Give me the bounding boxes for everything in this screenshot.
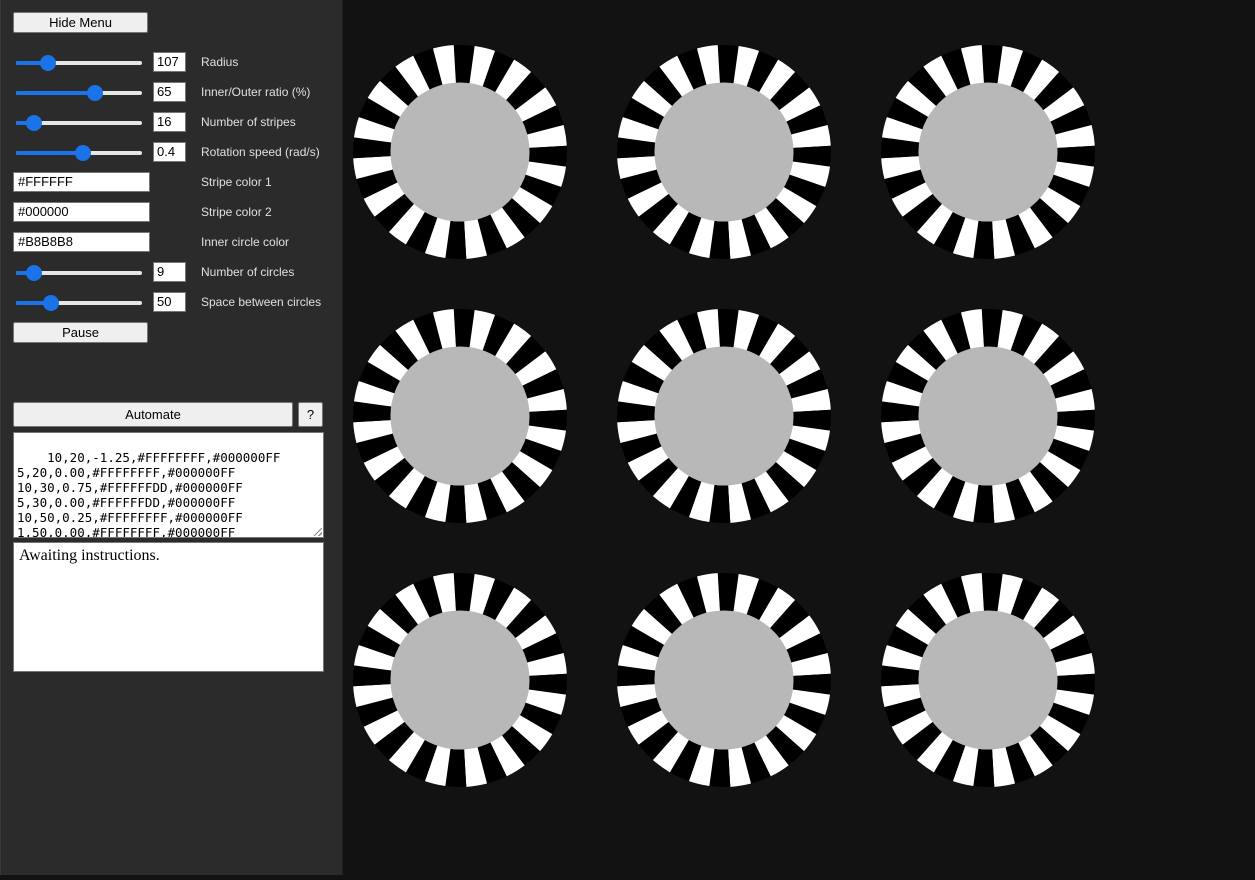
circles-slider[interactable] bbox=[16, 265, 142, 281]
stripe-color-1-input[interactable]: #FFFFFF bbox=[13, 172, 150, 192]
spacing-input[interactable]: 50 bbox=[153, 292, 186, 312]
inner-color-label: Inner circle color bbox=[201, 235, 290, 249]
stripe-wheel bbox=[881, 309, 1095, 523]
wheel-inner-circle bbox=[390, 82, 530, 222]
stripes-control: 16 Number of stripes bbox=[13, 112, 333, 132]
spacing-label: Space between circles bbox=[201, 295, 322, 309]
circles-input[interactable]: 9 bbox=[153, 262, 186, 282]
stripe-wheel bbox=[617, 44, 831, 259]
speed-slider-thumb[interactable] bbox=[74, 145, 91, 161]
stripes-input[interactable]: 16 bbox=[153, 112, 186, 132]
wheel-inner-circle bbox=[654, 610, 794, 750]
stripes-slider[interactable] bbox=[16, 115, 142, 131]
speed-control: 0.4 Rotation speed (rad/s) bbox=[13, 142, 333, 162]
stripe-wheel bbox=[353, 44, 567, 259]
inner-color-input[interactable]: #B8B8B8 bbox=[13, 232, 150, 252]
radius-slider-thumb[interactable] bbox=[39, 55, 56, 71]
hide-menu-button[interactable]: Hide Menu bbox=[13, 12, 148, 33]
speed-label: Rotation speed (rad/s) bbox=[201, 145, 320, 159]
stripe-color-1-label: Stripe color 1 bbox=[201, 175, 272, 189]
wheel-inner-circle bbox=[654, 346, 794, 486]
automation-script-text: 10,20,-1.25,#FFFFFFFF,#000000FF 5,20,0.0… bbox=[17, 450, 281, 538]
wheel-inner-circle bbox=[390, 610, 530, 750]
stripes-slider-thumb[interactable] bbox=[25, 115, 42, 131]
status-output: Awaiting instructions. bbox=[13, 542, 324, 672]
radius-input[interactable]: 107 bbox=[153, 52, 186, 72]
radius-label: Radius bbox=[201, 55, 239, 69]
wheel-inner-circle bbox=[654, 82, 794, 222]
stripe-wheel bbox=[881, 573, 1095, 787]
stripe-color-1-control: #FFFFFF Stripe color 1 bbox=[13, 172, 333, 192]
inner-color-control: #B8B8B8 Inner circle color bbox=[13, 232, 333, 252]
resize-grip-icon[interactable] bbox=[314, 528, 322, 536]
spacing-control: 50 Space between circles bbox=[13, 292, 333, 312]
stripe-color-2-control: #000000 Stripe color 2 bbox=[13, 202, 333, 222]
stripe-wheel bbox=[881, 44, 1095, 259]
stripe-wheel bbox=[617, 309, 831, 523]
wheel-inner-circle bbox=[918, 82, 1058, 222]
control-panel: Hide Menu 107 Radius 65 Inner/Outer rati… bbox=[0, 0, 343, 875]
ratio-control: 65 Inner/Outer ratio (%) bbox=[13, 82, 333, 102]
speed-input[interactable]: 0.4 bbox=[153, 142, 186, 162]
stripe-wheels-svg bbox=[353, 44, 1095, 787]
spacing-slider[interactable] bbox=[16, 295, 142, 311]
wheel-inner-circle bbox=[918, 346, 1058, 486]
status-text: Awaiting instructions. bbox=[19, 547, 160, 564]
automation-script-textarea[interactable]: 10,20,-1.25,#FFFFFFFF,#000000FF 5,20,0.0… bbox=[13, 432, 324, 538]
stripe-color-2-input[interactable]: #000000 bbox=[13, 202, 150, 222]
circles-slider-thumb[interactable] bbox=[25, 265, 42, 281]
ratio-slider[interactable] bbox=[16, 85, 142, 101]
circles-label: Number of circles bbox=[201, 265, 295, 279]
stripe-wheel bbox=[617, 573, 831, 787]
stripes-label: Number of stripes bbox=[201, 115, 296, 129]
illusion-canvas bbox=[344, 0, 1255, 875]
wheel-inner-circle bbox=[390, 346, 530, 486]
ratio-label: Inner/Outer ratio (%) bbox=[201, 85, 311, 99]
ratio-input[interactable]: 65 bbox=[153, 82, 186, 102]
automate-button[interactable]: Automate bbox=[13, 402, 293, 427]
circles-control: 9 Number of circles bbox=[13, 262, 333, 282]
wheel-inner-circle bbox=[918, 610, 1058, 750]
spacing-slider-thumb[interactable] bbox=[43, 295, 60, 311]
pause-button[interactable]: Pause bbox=[13, 322, 148, 343]
radius-slider[interactable] bbox=[16, 55, 142, 71]
stripe-wheel bbox=[353, 573, 567, 787]
speed-slider[interactable] bbox=[16, 145, 142, 161]
stripe-wheel bbox=[353, 309, 567, 523]
radius-control: 107 Radius bbox=[13, 52, 333, 72]
stripe-color-2-label: Stripe color 2 bbox=[201, 205, 272, 219]
ratio-slider-thumb[interactable] bbox=[87, 85, 104, 101]
help-button[interactable]: ? bbox=[298, 402, 323, 427]
